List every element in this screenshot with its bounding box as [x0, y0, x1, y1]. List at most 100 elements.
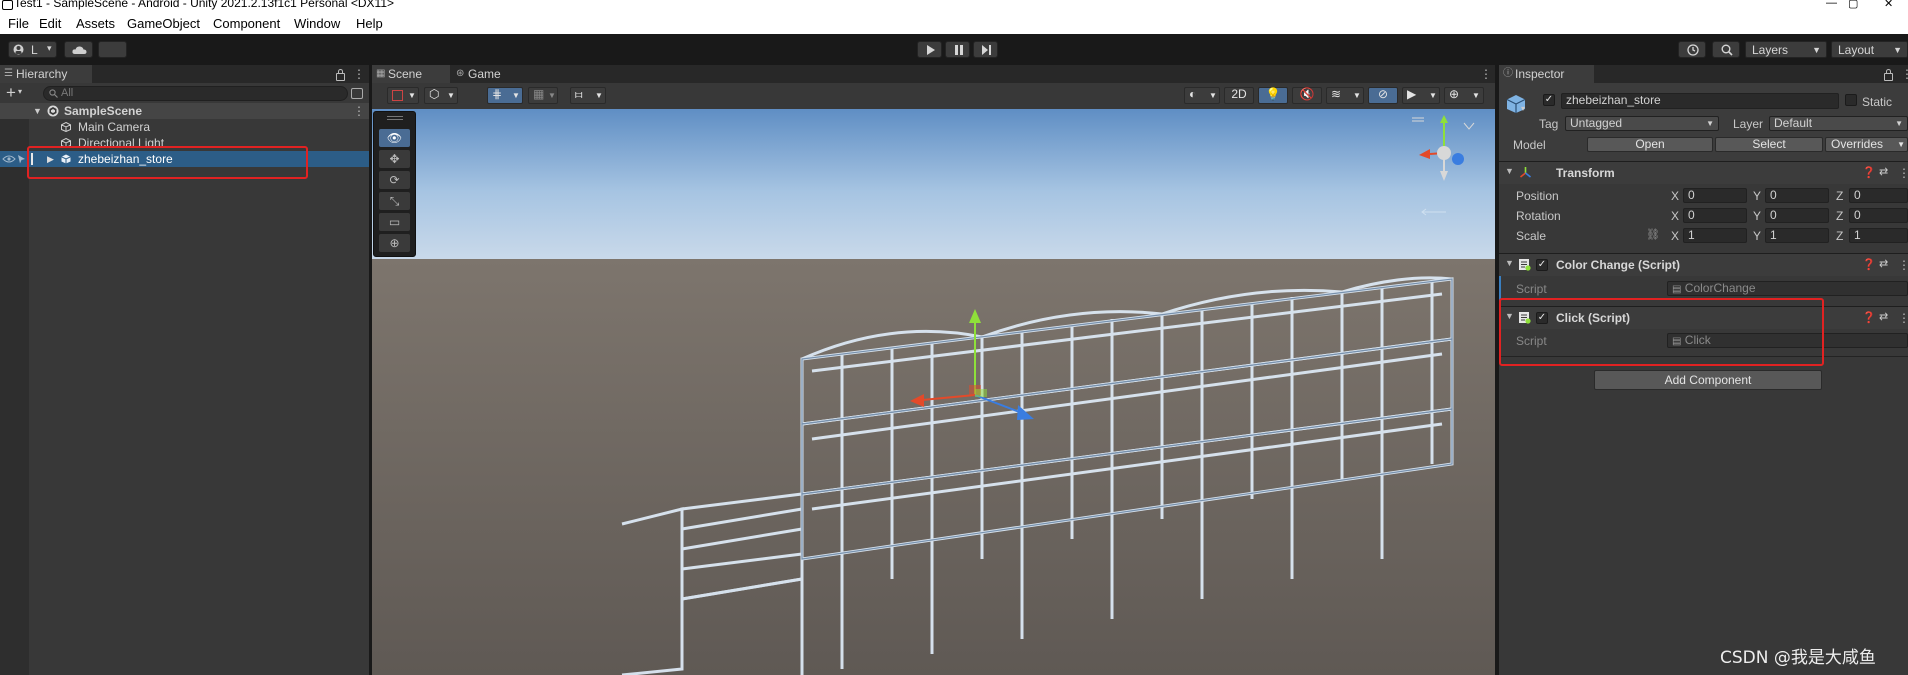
tab-inspector[interactable]: ⓘ Inspector: [1499, 65, 1594, 83]
scale-tool-icon[interactable]: ⤡: [379, 192, 410, 210]
align-dropdown[interactable]: ⧦ ▼: [570, 87, 606, 104]
move-tool-icon[interactable]: ✥: [379, 150, 410, 168]
menu-component[interactable]: Component: [213, 16, 280, 31]
layout-dropdown[interactable]: Layout ▼: [1831, 41, 1908, 58]
more-menu-icon[interactable]: ⋮: [1901, 68, 1908, 80]
help-icon[interactable]: ❓: [1862, 166, 1876, 179]
menu-help[interactable]: Help: [356, 16, 383, 31]
more-menu-icon[interactable]: ⋮: [353, 105, 365, 117]
menu-assets[interactable]: Assets: [76, 16, 115, 31]
menu-gameobject[interactable]: GameObject: [127, 16, 200, 31]
static-checkbox[interactable]: [1845, 94, 1857, 106]
menu-window[interactable]: Window: [294, 16, 340, 31]
scene-viewport[interactable]: [372, 109, 1495, 675]
lock-icon[interactable]: [336, 69, 345, 81]
preset-icon[interactable]: ⇄: [1879, 257, 1888, 270]
model-select-button[interactable]: Select: [1715, 137, 1823, 152]
step-button[interactable]: [973, 41, 998, 58]
chevron-down-icon[interactable]: ▾: [1521, 104, 1525, 113]
position-z-field[interactable]: 0: [1849, 188, 1908, 203]
help-icon[interactable]: ❓: [1862, 258, 1876, 271]
active-checkbox[interactable]: ✓: [1543, 94, 1555, 106]
palette-grip-icon[interactable]: [387, 116, 403, 120]
pick-icon[interactable]: [17, 154, 26, 164]
tab-game[interactable]: ⊛ Game: [452, 65, 518, 83]
component-enabled-checkbox[interactable]: ✓: [1536, 259, 1548, 271]
play-button[interactable]: [917, 41, 942, 58]
object-name-field[interactable]: zhebeizhan_store: [1561, 93, 1839, 109]
link-icon[interactable]: ⛓: [1646, 228, 1660, 241]
add-icon[interactable]: +: [6, 84, 16, 102]
menu-file[interactable]: File: [8, 16, 29, 31]
more-menu-icon[interactable]: ⋮: [1480, 68, 1492, 80]
more-menu-icon[interactable]: ⋮: [1898, 167, 1908, 179]
scale-z-field[interactable]: 1: [1849, 228, 1908, 243]
search-button[interactable]: [1712, 41, 1740, 58]
transform-header[interactable]: ▼ Transform ❓ ⇄ ⋮: [1499, 161, 1908, 184]
render-mode-dropdown[interactable]: ⬡ ▼: [424, 87, 458, 104]
rect-tool-icon[interactable]: ▭: [379, 213, 410, 231]
add-component-button[interactable]: Add Component: [1594, 370, 1822, 390]
collab-button[interactable]: [98, 41, 127, 58]
more-menu-icon[interactable]: ⋮: [1898, 259, 1908, 271]
script-field[interactable]: ▤ ColorChange: [1667, 281, 1908, 296]
more-menu-icon[interactable]: ⋮: [353, 68, 365, 80]
menu-edit[interactable]: Edit: [39, 16, 61, 31]
camera-dropdown[interactable]: ▶ ▼: [1402, 87, 1440, 104]
hierarchy-search-input[interactable]: All: [43, 86, 348, 101]
cloud-button[interactable]: [64, 41, 93, 58]
scene-row[interactable]: ▼ SampleScene ⋮: [0, 103, 369, 119]
help-icon[interactable]: ❓: [1862, 311, 1876, 324]
scene-render[interactable]: [372, 109, 1495, 675]
maximize-icon[interactable]: ▢: [1848, 0, 1858, 10]
history-button[interactable]: [1678, 41, 1706, 58]
more-menu-icon[interactable]: ⋮: [1898, 312, 1908, 324]
preset-icon[interactable]: ⇄: [1879, 310, 1888, 323]
lock-icon[interactable]: [1884, 69, 1893, 81]
hidden-objects-toggle[interactable]: ⊘: [1368, 87, 1398, 104]
tag-dropdown[interactable]: Untagged ▼: [1565, 116, 1719, 131]
draw-mode-dropdown[interactable]: ▼: [387, 87, 419, 104]
mode-2d-button[interactable]: 2D: [1224, 87, 1254, 104]
collapse-arrow-icon[interactable]: ▼: [1505, 258, 1514, 268]
expand-arrow-icon[interactable]: ▼: [33, 103, 42, 119]
layers-dropdown[interactable]: Layers ▼: [1745, 41, 1827, 58]
component-title: Color Change (Script): [1556, 258, 1681, 272]
model-open-button[interactable]: Open: [1587, 137, 1713, 152]
layer-dropdown[interactable]: Default ▼: [1769, 116, 1908, 131]
rotate-tool-icon[interactable]: ⟳: [379, 171, 410, 189]
scale-x-field[interactable]: 1: [1683, 228, 1747, 243]
lighting-toggle[interactable]: 💡: [1258, 87, 1288, 104]
close-icon[interactable]: ✕: [1884, 0, 1893, 10]
position-x-field[interactable]: 0: [1683, 188, 1747, 203]
tab-hierarchy[interactable]: ☰ Hierarchy: [0, 65, 92, 83]
rotation-y-field[interactable]: 0: [1765, 208, 1829, 223]
gizmos-dropdown[interactable]: ⊕ ▼: [1444, 87, 1484, 104]
chevron-down-icon[interactable]: ▾: [18, 87, 22, 96]
collapse-arrow-icon[interactable]: ▼: [1505, 166, 1514, 176]
tab-scene[interactable]: ▦ Scene: [372, 65, 450, 83]
rotation-z-field[interactable]: 0: [1849, 208, 1908, 223]
grid-snap-dropdown[interactable]: ⋕ ▼: [487, 87, 523, 104]
model-select-label: Select: [1752, 137, 1786, 151]
scale-y-field[interactable]: 1: [1765, 228, 1829, 243]
rotation-x-field[interactable]: 0: [1683, 208, 1747, 223]
tab-game-label: Game: [468, 67, 501, 81]
preset-icon[interactable]: ⇄: [1879, 165, 1888, 178]
list-item[interactable]: Main Camera: [0, 119, 369, 135]
axis-x-label: X: [1671, 209, 1680, 223]
minimize-icon[interactable]: —: [1826, 0, 1837, 9]
pause-button[interactable]: [945, 41, 970, 58]
model-overrides-dropdown[interactable]: Overrides ▼: [1825, 137, 1908, 152]
account-dropdown[interactable]: L ▾: [8, 41, 57, 58]
audio-toggle[interactable]: 🔇: [1292, 87, 1322, 104]
effects-dropdown[interactable]: ≋ ▼: [1326, 87, 1364, 104]
transform-tool-icon[interactable]: ⊕: [379, 234, 410, 252]
orientation-dropdown[interactable]: ◐ ▼: [1184, 87, 1220, 104]
eye-icon[interactable]: [2, 155, 16, 163]
increment-snap-dropdown[interactable]: ▦ ▼: [528, 87, 558, 104]
scene-visibility-icon[interactable]: [351, 88, 363, 99]
position-y-field[interactable]: 0: [1765, 188, 1829, 203]
view-tool-eye-icon[interactable]: 👁: [379, 129, 410, 147]
color-change-component-header[interactable]: ▼ ✓ Color Change (Script) ❓ ⇄ ⋮: [1499, 253, 1908, 276]
